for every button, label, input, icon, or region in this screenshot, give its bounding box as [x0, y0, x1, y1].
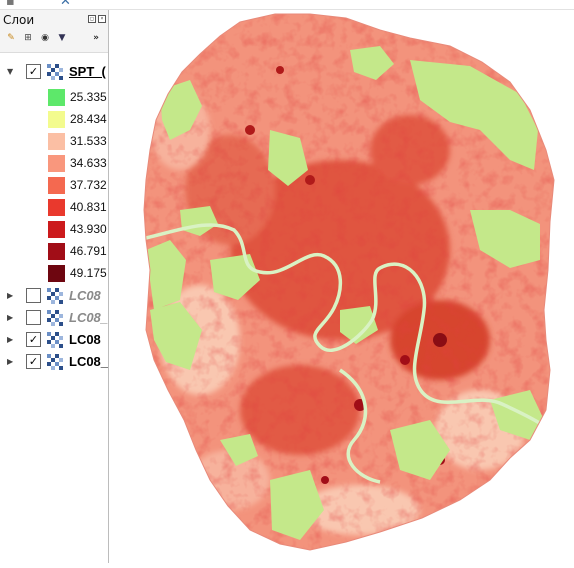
layers-toolbar: ✎ ⊞ ◉ ▼ » — [0, 30, 108, 46]
filter-icon[interactable]: ▼ — [56, 32, 68, 44]
raster-layer-icon — [47, 288, 63, 304]
legend-swatch — [48, 89, 65, 106]
legend-value: 31.533 — [70, 134, 107, 148]
layers-panel: Слои ◻ × ✎ ⊞ ◉ ▼ » ▼ ✓ SPT_( 25.335 28.4… — [0, 10, 109, 563]
legend-swatch — [48, 133, 65, 150]
toolbar-partial-icon[interactable]: ▪ — [6, 0, 15, 9]
legend-swatch — [48, 155, 65, 172]
legend-value: 49.175 — [70, 266, 107, 280]
expand-icon[interactable]: ▶ — [7, 291, 13, 300]
raster-layer-icon — [47, 332, 63, 348]
layer-visibility-checkbox[interactable] — [26, 310, 41, 325]
layer-row-lc08-3[interactable]: ▶ ✓ LC08 — [0, 331, 108, 350]
legend-item: 40.831 — [0, 196, 108, 218]
legend-swatch — [48, 177, 65, 194]
layer-name: LC08_ — [69, 354, 109, 369]
legend-item: 28.434 — [0, 108, 108, 130]
more-icon[interactable]: » — [90, 32, 102, 44]
legend-item: 43.930 — [0, 218, 108, 240]
layer-name: LC08_ — [69, 310, 109, 325]
raster-layer-icon — [47, 310, 63, 326]
top-toolbar-strip: ▪ ✕ — [0, 0, 574, 10]
legend-swatch — [48, 199, 65, 216]
legend-value: 28.434 — [70, 112, 107, 126]
legend-item: 31.533 — [0, 130, 108, 152]
expand-icon[interactable]: ▶ — [7, 313, 13, 322]
legend-swatch — [48, 221, 65, 238]
close-panel-icon[interactable]: × — [98, 15, 106, 23]
panel-title: Слои — [3, 13, 35, 27]
layer-row-lc08-4[interactable]: ▶ ✓ LC08_ — [0, 353, 109, 372]
lst-raster-map — [143, 13, 555, 551]
legend-value: 37.732 — [70, 178, 107, 192]
float-panel-icon[interactable]: ◻ — [88, 15, 96, 23]
layer-visibility-checkbox[interactable] — [26, 288, 41, 303]
expand-icon[interactable]: ▶ — [7, 357, 13, 366]
layer-row-lc08-1[interactable]: ▶ LC08 — [0, 287, 108, 306]
layer-visibility-checkbox[interactable]: ✓ — [26, 64, 41, 79]
legend-value: 25.335 — [70, 90, 107, 104]
legend-item: 34.633 — [0, 152, 108, 174]
layer-visibility-checkbox[interactable]: ✓ — [26, 332, 41, 347]
legend-item: 37.732 — [0, 174, 108, 196]
raster-layer-icon — [47, 354, 63, 370]
legend-value: 43.930 — [70, 222, 107, 236]
layer-name: LC08 — [69, 332, 101, 347]
layer-row-lc08-2[interactable]: ▶ LC08_ — [0, 309, 109, 328]
raster-layer-icon — [47, 64, 63, 80]
style-icon[interactable]: ✎ — [5, 32, 17, 44]
layer-tree: ▼ ✓ SPT_( 25.335 28.434 31.533 34.633 37… — [0, 52, 109, 563]
visibility-icon[interactable]: ◉ — [39, 32, 51, 44]
toolbar-x-icon[interactable]: ✕ — [60, 0, 71, 9]
layer-visibility-checkbox[interactable]: ✓ — [26, 354, 41, 369]
layer-row-spt[interactable]: ▼ ✓ SPT_( — [0, 63, 108, 82]
legend-swatch — [48, 243, 65, 260]
legend-value: 46.791 — [70, 244, 107, 258]
legend-item: 49.175 — [0, 262, 108, 284]
layer-name: LC08 — [69, 288, 101, 303]
legend-value: 40.831 — [70, 200, 107, 214]
legend-item: 46.791 — [0, 240, 108, 262]
legend-swatch — [48, 265, 65, 282]
expand-icon[interactable]: ▶ — [7, 335, 13, 344]
city-raster — [144, 14, 554, 550]
map-canvas[interactable] — [110, 10, 574, 563]
add-group-icon[interactable]: ⊞ — [22, 32, 34, 44]
legend-item: 25.335 — [0, 86, 108, 108]
collapse-icon[interactable]: ▼ — [7, 67, 13, 76]
legend-value: 34.633 — [70, 156, 107, 170]
legend-swatch — [48, 111, 65, 128]
layer-name: SPT_( — [69, 64, 106, 79]
